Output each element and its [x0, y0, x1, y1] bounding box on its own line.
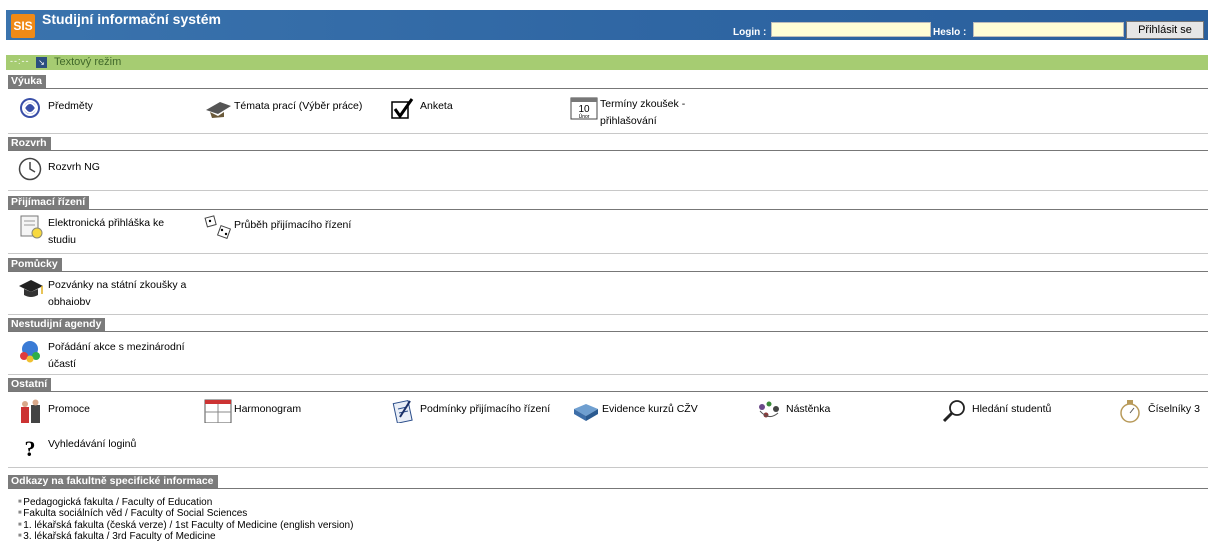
menu-item-label: Termíny zkoušek - přihlašování — [600, 96, 685, 130]
menu-item-label: Elektronická přihláška ke studiu — [48, 215, 164, 249]
mode-toolbar: --:-- ↘ Textový režim — [6, 55, 1208, 70]
menu-item-predmety[interactable]: Předměty — [18, 96, 93, 120]
clipboard-pen-icon — [392, 399, 413, 423]
menu-item-evidence[interactable]: Evidence kurzů CŽV — [572, 399, 698, 423]
section-title: Výuka — [8, 75, 46, 88]
menu-item-label: Anketa — [420, 100, 453, 112]
arrow-down-right-icon[interactable]: ↘ — [36, 57, 47, 68]
pins-icon — [759, 401, 779, 418]
section-title: Rozvrh — [8, 137, 51, 150]
time-display: --:-- — [10, 56, 30, 66]
label-line-1: Pozvánky na státní zkoušky a — [48, 279, 187, 291]
checkbox-icon — [391, 98, 414, 119]
menu-item-label: Nástěnka — [786, 403, 831, 415]
menu-item-label: Hledání studentů — [972, 403, 1052, 415]
label-line-1: Termíny zkoušek - — [600, 98, 686, 110]
menu-item-pozvanky[interactable]: Pozvánky na státní zkoušky a obhaiobv — [18, 277, 186, 311]
password-input[interactable] — [973, 22, 1124, 37]
menu-item-vyhledavani[interactable]: ? Vyhledávání loginů — [18, 434, 137, 458]
menu-item-poradani[interactable]: Pořádání akce s mezinárodní účastí — [18, 339, 185, 373]
password-label: Heslo : — [933, 27, 967, 38]
calendar-icon: 10 Únor — [570, 97, 598, 120]
faculty-link[interactable]: 1. lékařská fakulta (česká verze) / 1st … — [18, 520, 353, 531]
section-header-ostatni: Ostatní — [8, 378, 1208, 392]
login-button[interactable]: Přihlásit se — [1126, 21, 1204, 39]
label-line-2: účastí — [48, 358, 77, 370]
label-line-1: Elektronická přihláška ke — [48, 217, 165, 229]
menu-item-label: Promoce — [48, 403, 91, 415]
schedule-icon — [204, 399, 232, 423]
section-divider — [8, 314, 1208, 315]
graduation-cap-icon — [206, 102, 231, 118]
section-divider — [8, 253, 1208, 254]
menu-item-hledani[interactable]: Hledání studentů — [942, 399, 1051, 423]
section-title: Odkazy na fakultně specifické informace — [8, 475, 218, 488]
menu-item-label: Předměty — [48, 100, 93, 112]
menu-item-label: Podmínky přijímacího řízení — [420, 403, 551, 415]
header-bar: SIS Studijní informační systém Login : H… — [6, 10, 1208, 40]
menu-item-label: Rozvrh NG — [48, 161, 100, 173]
menu-item-label: Průběh přijímacího řízení — [234, 219, 352, 231]
menu-item-nastenka[interactable]: Nástěnka — [756, 399, 830, 423]
menu-item-promoce[interactable]: Promoce — [18, 399, 90, 423]
label-line-1: Pořádání akce s mezinárodní — [48, 341, 185, 353]
menu-item-label: Vyhledávání loginů — [48, 438, 137, 450]
faculty-link[interactable]: 3. lékařská fakulta / 3rd Faculty of Med… — [18, 531, 353, 542]
login-input[interactable] — [771, 22, 931, 37]
menu-item-prubeh[interactable]: Průběh přijímacího řízení — [204, 215, 351, 239]
label-line-2: přihlašování — [600, 115, 657, 127]
section-header-odkazy: Odkazy na fakultně specifické informace — [8, 475, 1208, 489]
globe-people-icon — [20, 341, 40, 363]
section-title: Pomůcky — [8, 258, 62, 271]
menu-item-label: Evidence kurzů CŽV — [602, 403, 698, 415]
menu-item-temata[interactable]: Témata prací (Výběr práce) — [204, 96, 362, 120]
book-icon — [574, 404, 598, 421]
faculty-link[interactable]: Pedagogická fakulta / Faculty of Educati… — [18, 497, 353, 508]
app-title: Studijní informační systém — [42, 11, 221, 27]
question-mark-icon: ? — [25, 436, 36, 458]
section-header-prijimaci: Přijímací řízení — [8, 196, 1208, 210]
menu-item-harmonogram[interactable]: Harmonogram — [204, 399, 301, 423]
section-header-pomucky: Pomůcky — [8, 258, 1208, 272]
section-divider — [8, 374, 1208, 375]
mortarboard-icon — [19, 280, 43, 297]
knot-icon — [20, 98, 40, 118]
faculty-link[interactable]: Fakulta sociálních věd / Faculty of Soci… — [18, 508, 353, 519]
menu-item-label: Pořádání akce s mezinárodní účastí — [48, 339, 185, 373]
dice-icon — [204, 215, 232, 239]
label-line-2: studiu — [48, 234, 77, 246]
timer-icon — [1120, 400, 1140, 423]
sis-logo[interactable]: SIS — [11, 14, 35, 38]
section-header-nestudijni: Nestudijní agendy — [8, 318, 1208, 332]
text-mode-link[interactable]: Textový režim — [54, 56, 121, 68]
section-divider — [8, 133, 1208, 134]
graduates-icon — [21, 399, 40, 423]
faculty-links-list: Pedagogická fakulta / Faculty of Educati… — [18, 497, 353, 543]
menu-item-podminky[interactable]: Podmínky přijímacího řízení — [390, 399, 550, 423]
label-line-2: obhaiobv — [48, 296, 91, 308]
menu-item-anketa[interactable]: Anketa — [390, 96, 453, 120]
menu-item-prihlaska[interactable]: Elektronická přihláška ke studiu — [18, 215, 164, 249]
menu-item-label: Harmonogram — [234, 403, 302, 415]
menu-item-terminy[interactable]: 10 Únor Termíny zkoušek - přihlašování — [570, 96, 685, 130]
section-divider — [8, 467, 1208, 468]
section-header-vyuka: Výuka — [8, 75, 1208, 89]
menu-item-label: Číselníky 3 — [1148, 403, 1200, 415]
application-form-icon — [20, 215, 43, 239]
menu-item-rozvrh-ng[interactable]: Rozvrh NG — [18, 157, 100, 181]
login-label: Login : — [733, 27, 767, 38]
clock-icon — [18, 157, 42, 181]
magnifier-icon — [942, 400, 965, 423]
section-title: Přijímací řízení — [8, 196, 90, 209]
menu-item-ciselniky[interactable]: Číselníky 3 — [1118, 399, 1200, 423]
section-header-rozvrh: Rozvrh — [8, 137, 1208, 151]
svg-text:?: ? — [25, 436, 36, 458]
section-title: Ostatní — [8, 378, 52, 391]
section-title: Nestudijní agendy — [8, 318, 106, 331]
section-divider — [8, 190, 1208, 191]
menu-item-label: Pozvánky na státní zkoušky a obhaiobv — [48, 277, 186, 311]
menu-item-label: Témata prací (Výběr práce) — [234, 100, 363, 112]
calendar-month: Únor — [579, 113, 590, 120]
